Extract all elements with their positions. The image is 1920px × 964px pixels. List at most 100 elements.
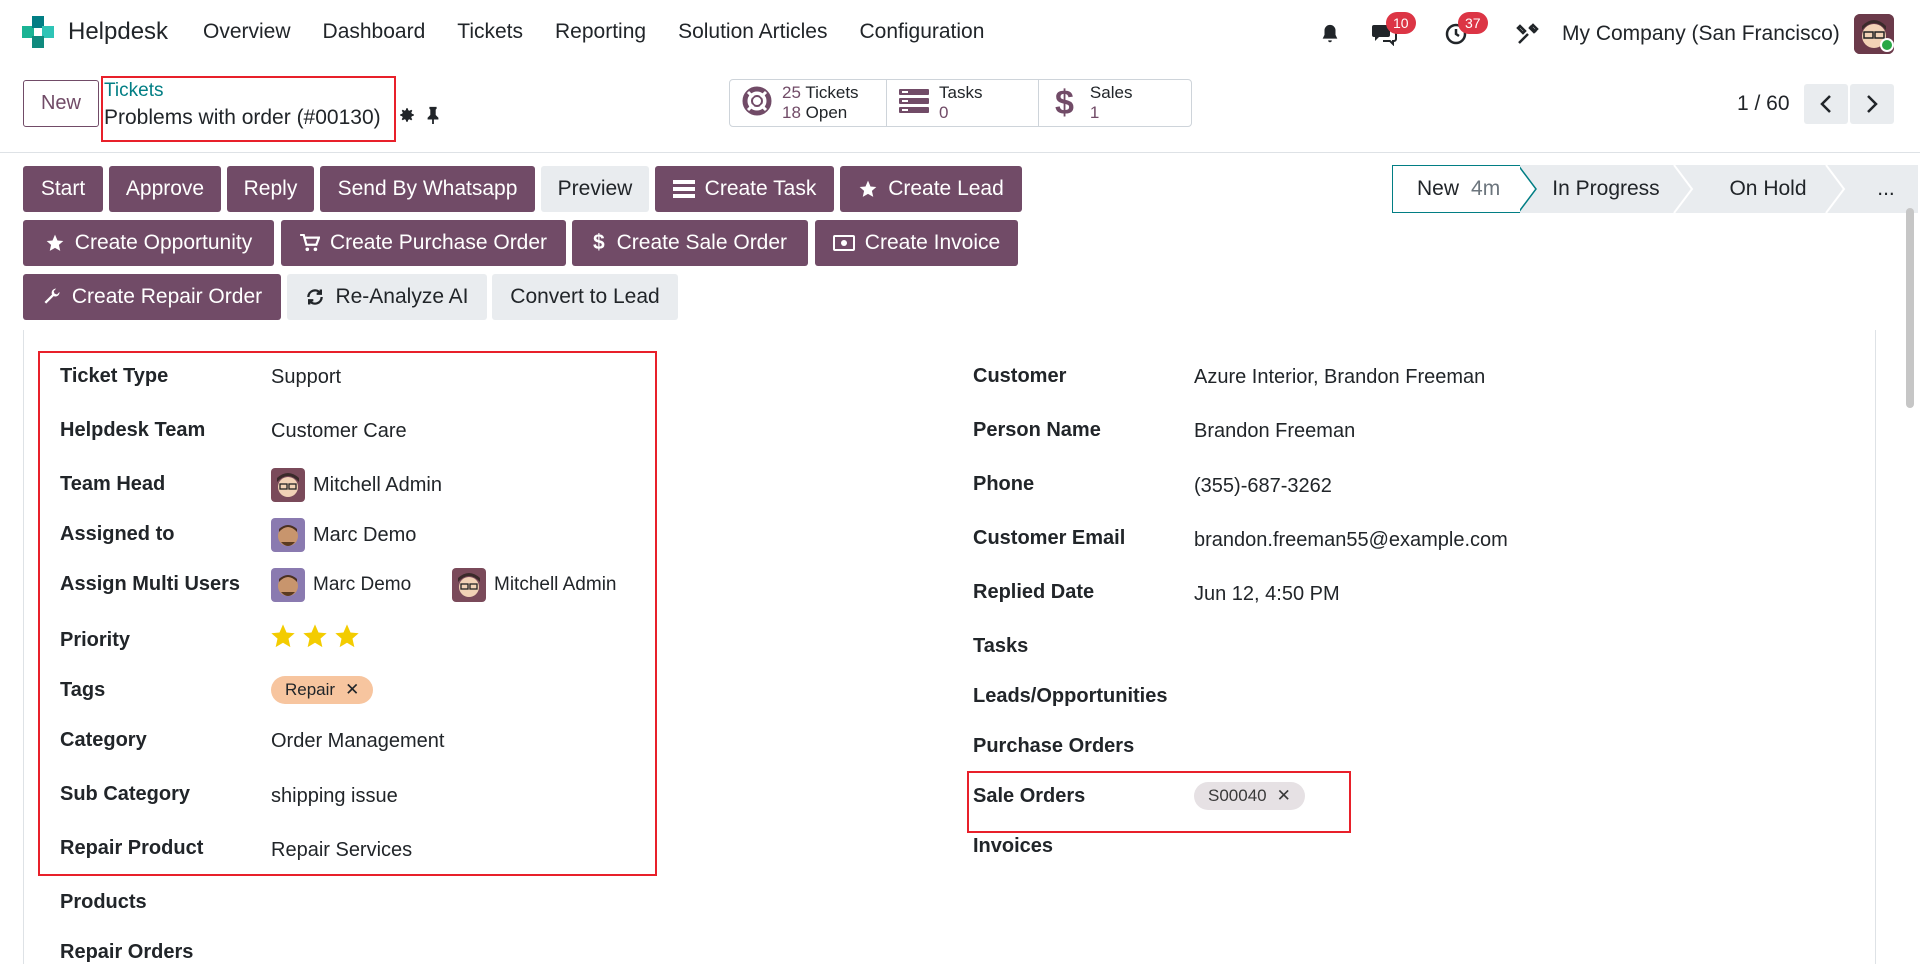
star-icon (271, 624, 295, 648)
gear-icon[interactable] (398, 106, 416, 129)
create-task-button[interactable]: Create Task (655, 166, 834, 212)
customer-email-value[interactable]: brandon.freeman55@example.com (1194, 529, 1508, 552)
menu-solution-articles[interactable]: Solution Articles (678, 20, 827, 44)
create-purchase-order-button[interactable]: Create Purchase Order (281, 220, 566, 266)
assigned-to-value: Marc Demo (313, 523, 417, 546)
create-sale-order-button[interactable]: $ Create Sale Order (572, 220, 808, 266)
assigned-to-label: Assigned to (60, 523, 175, 545)
scrollbar[interactable] (1906, 208, 1914, 408)
category-value[interactable]: Order Management (271, 730, 444, 753)
sale-orders-field[interactable]: S00040 ✕ (1194, 782, 1305, 810)
preview-button[interactable]: Preview (541, 166, 649, 212)
priority-stars[interactable] (269, 622, 361, 650)
reanalyze-ai-button[interactable]: Re-Analyze AI (287, 274, 487, 320)
send-whatsapp-button[interactable]: Send By Whatsapp (320, 166, 535, 212)
replied-date-value[interactable]: Jun 12, 4:50 PM (1194, 583, 1340, 606)
convert-to-lead-button[interactable]: Convert to Lead (492, 274, 678, 320)
sales-stat-label: Sales (1089, 83, 1133, 102)
team-head-field[interactable]: Mitchell Admin (271, 468, 442, 502)
helpdesk-team-value[interactable]: Customer Care (271, 420, 407, 443)
purchase-orders-label: Purchase Orders (973, 735, 1135, 757)
company-switcher[interactable]: My Company (San Francisco) (1562, 22, 1840, 46)
star-icon (303, 624, 327, 648)
approve-button[interactable]: Approve (109, 166, 221, 212)
customer-value[interactable]: Azure Interior, Brandon Freeman (1194, 366, 1485, 389)
stage-new-label: New (1417, 177, 1460, 200)
create-invoice-label: Create Invoice (864, 231, 1001, 254)
breadcrumb-tickets-link[interactable]: Tickets (104, 80, 163, 102)
create-invoice-button[interactable]: Create Invoice (815, 220, 1018, 266)
navbar-systray: 10 37 My Company (San Francisco) (1310, 12, 1840, 54)
menu-reporting[interactable]: Reporting (555, 20, 646, 44)
create-opportunity-label: Create Opportunity (74, 231, 253, 254)
assign-multi-user2: Mitchell Admin (494, 574, 617, 595)
brand-name: Helpdesk (68, 18, 169, 45)
tags-field[interactable]: Repair ✕ (271, 676, 374, 704)
tasks-smart-button[interactable]: Tasks 0 (887, 80, 1039, 126)
open-count: 18 (782, 103, 801, 122)
assigned-to-field[interactable]: Marc Demo (271, 518, 416, 552)
close-icon[interactable]: ✕ (345, 680, 359, 700)
lifebuoy-icon (742, 86, 772, 121)
pager-value[interactable]: 1 / 60 (1737, 92, 1790, 116)
brand[interactable]: Helpdesk (22, 16, 168, 48)
new-button[interactable]: New (23, 80, 99, 127)
reply-button[interactable]: Reply (227, 166, 314, 212)
stage-new-current[interactable]: New 4m (1392, 165, 1520, 213)
sub-category-value[interactable]: shipping issue (271, 785, 398, 808)
person-name-label: Person Name (973, 419, 1101, 441)
star-icon (335, 624, 359, 648)
assign-multi-user-marc[interactable]: Marc Demo (271, 568, 411, 602)
pin-icon[interactable] (425, 106, 441, 129)
sub-category-label: Sub Category (60, 783, 191, 805)
repair-product-label: Repair Product (60, 837, 204, 859)
create-task-label: Create Task (704, 177, 817, 200)
ticket-type-label: Ticket Type (60, 365, 169, 387)
star-icon (859, 180, 877, 197)
chevron-right-icon (1867, 95, 1878, 113)
tickets-smart-button[interactable]: 25 Tickets 18 Open (730, 80, 887, 126)
star-icon (46, 234, 64, 251)
priority-label: Priority (60, 629, 131, 651)
phone-value[interactable]: (355)-687-3262 (1194, 475, 1332, 498)
repair-product-value[interactable]: Repair Services (271, 839, 412, 862)
tasks-list-icon (672, 180, 695, 198)
sales-smart-button[interactable]: $ Sales 1 (1039, 80, 1191, 126)
activities-clock-icon[interactable]: 37 (1436, 12, 1488, 54)
customer-label: Customer (973, 365, 1067, 387)
tasks-stat-label: Tasks (939, 83, 983, 102)
dollar-icon: $ (592, 231, 605, 254)
menu-overview[interactable]: Overview (203, 20, 291, 44)
tools-icon[interactable] (1508, 14, 1548, 54)
mitchell-admin-avatar (452, 568, 486, 602)
menu-tickets[interactable]: Tickets (457, 20, 523, 44)
assign-multi-user-mitchell[interactable]: Mitchell Admin (452, 568, 617, 602)
invoices-label: Invoices (973, 835, 1054, 857)
refresh-icon (307, 289, 324, 305)
ticket-type-value[interactable]: Support (271, 366, 341, 389)
record-title: Problems with order (#00130) (104, 106, 381, 129)
bell-icon[interactable] (1310, 14, 1350, 54)
create-sale-order-label: Create Sale Order (616, 231, 788, 254)
pager-next-button[interactable] (1850, 84, 1894, 124)
menu-configuration[interactable]: Configuration (859, 20, 984, 44)
create-lead-label: Create Lead (888, 177, 1004, 200)
tickets-stat-label: Tickets (805, 83, 859, 102)
tags-label: Tags (60, 679, 106, 701)
marc-demo-avatar (271, 568, 305, 602)
replied-date-label: Replied Date (973, 581, 1095, 603)
messages-icon[interactable]: 10 (1364, 12, 1416, 54)
sale-order-tag-label: S00040 (1208, 786, 1267, 805)
create-lead-button[interactable]: Create Lead (840, 166, 1022, 212)
person-name-value[interactable]: Brandon Freeman (1194, 420, 1355, 443)
close-icon[interactable]: ✕ (1277, 786, 1291, 806)
create-opportunity-button[interactable]: Create Opportunity (23, 220, 274, 266)
start-button[interactable]: Start (23, 166, 103, 212)
products-label: Products (60, 891, 147, 913)
messages-count-badge: 10 (1386, 12, 1416, 34)
pager-previous-button[interactable] (1804, 84, 1848, 124)
sales-count: 1 (1089, 103, 1100, 122)
reanalyze-ai-label: Re-Analyze AI (335, 285, 469, 308)
menu-dashboard[interactable]: Dashboard (323, 20, 426, 44)
create-repair-order-button[interactable]: Create Repair Order (23, 274, 281, 320)
